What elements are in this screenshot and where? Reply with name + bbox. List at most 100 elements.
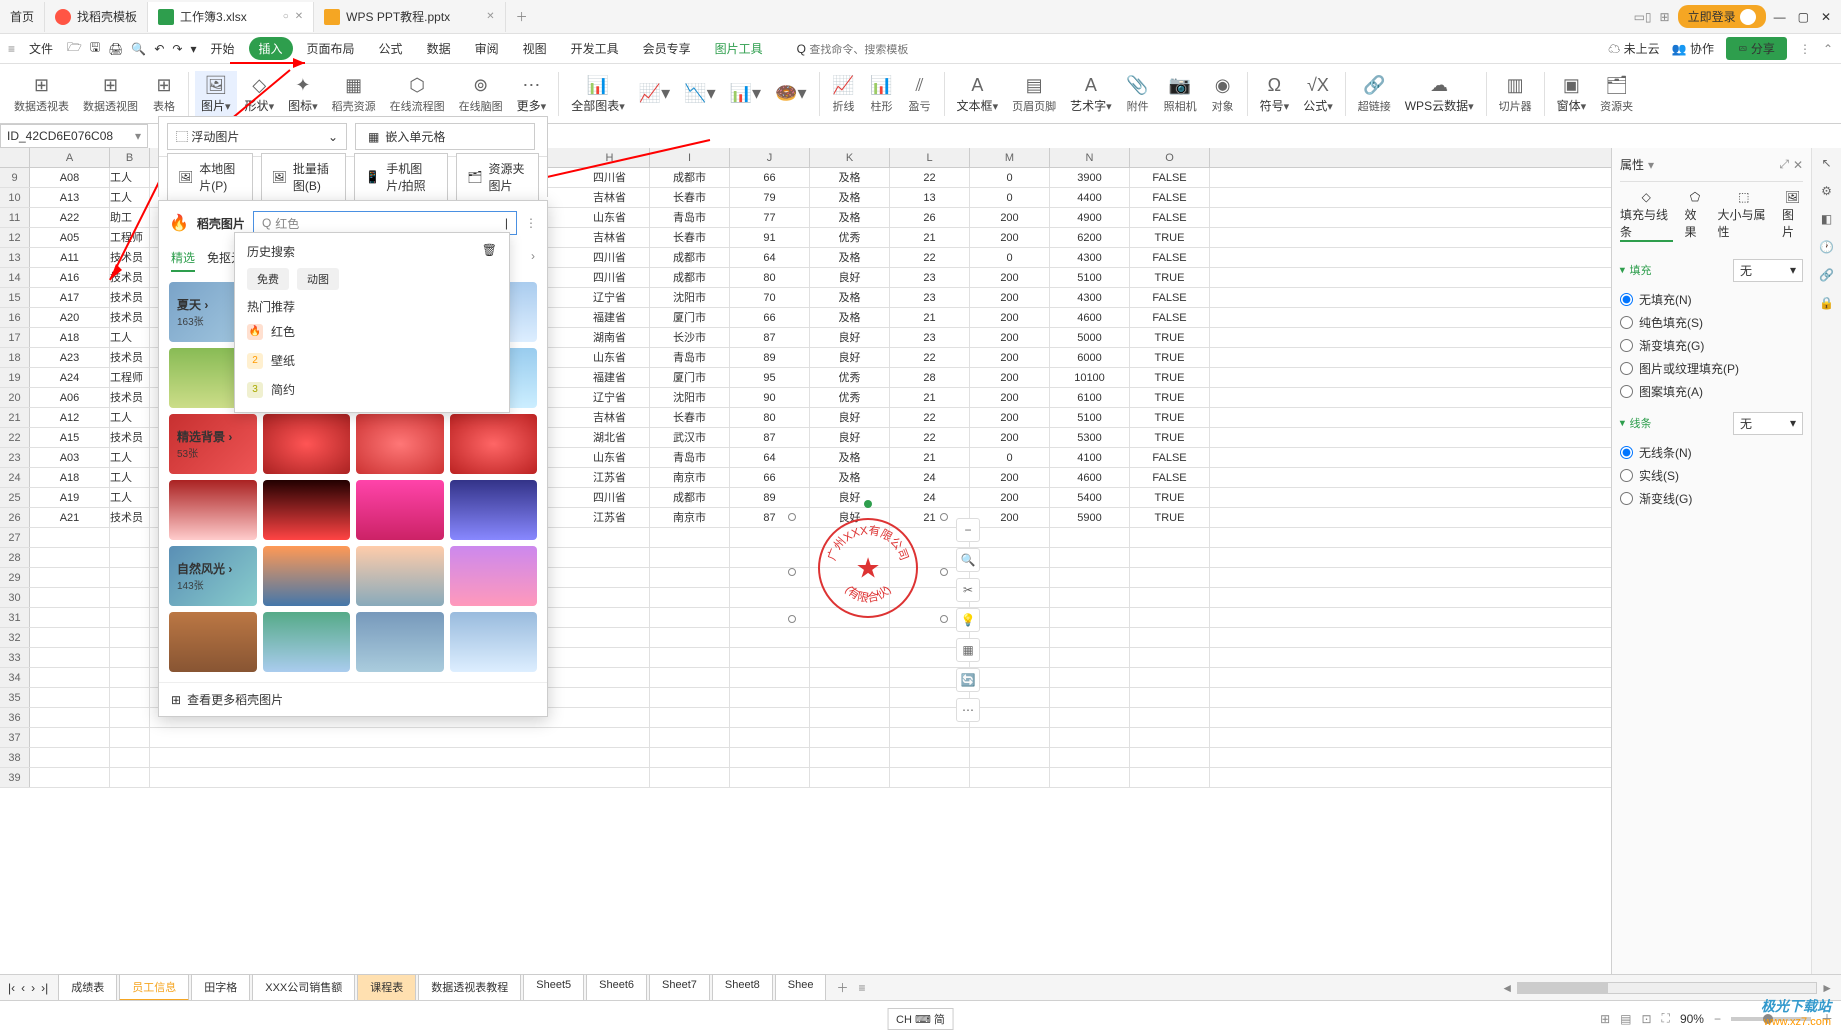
embed-tool[interactable]: ▦ bbox=[956, 638, 980, 662]
suggest-item[interactable]: 3简约 bbox=[243, 375, 501, 404]
history-chip[interactable]: 免费 bbox=[247, 268, 289, 290]
line-option-gradient[interactable]: 渐变线(G) bbox=[1620, 487, 1803, 510]
cell[interactable]: 64 bbox=[730, 248, 810, 267]
panel-tab-fill[interactable]: ◇填充与线条 bbox=[1620, 190, 1673, 242]
row-header[interactable]: 27 bbox=[0, 528, 30, 547]
cell[interactable]: 200 bbox=[970, 428, 1050, 447]
cell[interactable]: A12 bbox=[30, 408, 110, 427]
ribbon-column[interactable]: 📊柱形 bbox=[864, 72, 900, 116]
resize-handle[interactable] bbox=[940, 568, 948, 576]
sheet-tab[interactable]: 田字格 bbox=[191, 974, 250, 1001]
cell[interactable]: A08 bbox=[30, 168, 110, 187]
image-thumb[interactable] bbox=[169, 612, 257, 672]
sheet-list-icon[interactable]: ≡ bbox=[858, 981, 865, 995]
ribbon-icon[interactable]: ✦图标▾ bbox=[282, 71, 324, 116]
image-thumb[interactable] bbox=[356, 480, 444, 540]
ribbon-mindmap[interactable]: ⊚在线脑图 bbox=[453, 72, 509, 116]
cell[interactable]: 工人 bbox=[110, 488, 150, 507]
cell[interactable]: 5100 bbox=[1050, 408, 1130, 427]
cell[interactable]: 山东省 bbox=[570, 208, 650, 227]
cell[interactable]: 技术员 bbox=[110, 248, 150, 267]
cell[interactable]: 200 bbox=[970, 308, 1050, 327]
popup-more-icon[interactable]: ⋮ bbox=[525, 216, 537, 230]
panel-tab-picture[interactable]: 🖼图片 bbox=[1782, 190, 1803, 242]
cell[interactable]: 10100 bbox=[1050, 368, 1130, 387]
category-featured-bg[interactable]: 精选背景 ›53张 bbox=[169, 414, 257, 474]
ribbon-table[interactable]: ⊞表格 bbox=[146, 72, 182, 116]
row-header[interactable]: 35 bbox=[0, 688, 30, 707]
sheet-tab[interactable]: 成绩表 bbox=[58, 974, 117, 1001]
cell[interactable]: 优秀 bbox=[810, 388, 890, 407]
chevron-down-icon[interactable]: ▾ bbox=[1648, 158, 1654, 172]
cell[interactable]: 200 bbox=[970, 208, 1050, 227]
cell[interactable]: 6100 bbox=[1050, 388, 1130, 407]
cell[interactable]: 武汉市 bbox=[650, 428, 730, 447]
image-thumb[interactable] bbox=[263, 612, 351, 672]
menu-vip[interactable]: 会员专享 bbox=[633, 37, 701, 60]
cell[interactable]: A03 bbox=[30, 448, 110, 467]
cell[interactable]: 良好 bbox=[810, 408, 890, 427]
cell[interactable]: 工程师 bbox=[110, 368, 150, 387]
sheet-tab[interactable]: 数据透视表教程 bbox=[418, 974, 521, 1001]
ribbon-shape[interactable]: ◇形状▾ bbox=[239, 71, 281, 116]
dropdown-icon[interactable]: ▾ bbox=[190, 42, 196, 56]
cell[interactable]: 湖南省 bbox=[570, 328, 650, 347]
view-custom-icon[interactable]: ⊡ bbox=[1641, 1012, 1651, 1026]
cell[interactable]: 辽宁省 bbox=[570, 388, 650, 407]
cell[interactable]: A18 bbox=[30, 328, 110, 347]
cell[interactable]: A16 bbox=[30, 268, 110, 287]
cell[interactable]: 21 bbox=[890, 388, 970, 407]
menu-review[interactable]: 审阅 bbox=[465, 37, 509, 60]
cell[interactable]: 工人 bbox=[110, 188, 150, 207]
ribbon-pivot-chart[interactable]: ⊞数据透视图 bbox=[77, 72, 144, 116]
line-preset-select[interactable]: 无▾ bbox=[1733, 412, 1803, 435]
row-header[interactable]: 28 bbox=[0, 548, 30, 567]
table-row[interactable]: 38 bbox=[0, 748, 1611, 768]
fill-option-gradient[interactable]: 渐变填充(G) bbox=[1620, 334, 1803, 357]
cell[interactable]: 良好 bbox=[810, 348, 890, 367]
sheet-tab[interactable]: XXX公司销售额 bbox=[252, 974, 355, 1001]
cell[interactable]: 及格 bbox=[810, 468, 890, 487]
cell[interactable]: 66 bbox=[730, 168, 810, 187]
sheet-tab[interactable]: Sheet5 bbox=[523, 974, 584, 1001]
cell[interactable]: 200 bbox=[970, 468, 1050, 487]
cell[interactable]: 吉林省 bbox=[570, 408, 650, 427]
cell[interactable]: 87 bbox=[730, 328, 810, 347]
sheet-nav-prev-icon[interactable]: ‹ bbox=[21, 981, 25, 995]
cell[interactable]: FALSE bbox=[1130, 468, 1210, 487]
cell[interactable]: 工人 bbox=[110, 448, 150, 467]
name-box[interactable]: ID_42CD6E076C08▾ bbox=[0, 124, 148, 148]
cell[interactable]: 66 bbox=[730, 308, 810, 327]
image-thumb[interactable] bbox=[263, 480, 351, 540]
ribbon-pivot-table[interactable]: ⊞数据透视表 bbox=[8, 72, 75, 116]
sheet-nav-last-icon[interactable]: ›| bbox=[41, 981, 48, 995]
cell[interactable]: 3900 bbox=[1050, 168, 1130, 187]
menu-insert[interactable]: 插入 bbox=[249, 37, 293, 60]
cell[interactable]: 工人 bbox=[110, 168, 150, 187]
replace-tool[interactable]: 🔄 bbox=[956, 668, 980, 692]
cell[interactable]: 79 bbox=[730, 188, 810, 207]
cell[interactable]: 4100 bbox=[1050, 448, 1130, 467]
tab-ppt[interactable]: WPS PPT教程.pptx ✕ bbox=[314, 2, 505, 32]
row-header[interactable]: 36 bbox=[0, 708, 30, 727]
effect-tool[interactable]: 💡 bbox=[956, 608, 980, 632]
menu-toggle-icon[interactable]: ≡ bbox=[8, 42, 15, 56]
stamp-image[interactable]: 广州XXX有限公司 (有限合伙) ★ bbox=[818, 518, 918, 618]
row-header[interactable]: 30 bbox=[0, 588, 30, 607]
sheet-tab[interactable]: Sheet7 bbox=[649, 974, 710, 1001]
cell[interactable]: 青岛市 bbox=[650, 208, 730, 227]
ribbon-more[interactable]: ⋯更多▾ bbox=[511, 71, 553, 116]
cell[interactable]: 四川省 bbox=[570, 488, 650, 507]
fill-option-none[interactable]: 无填充(N) bbox=[1620, 288, 1803, 311]
fill-option-solid[interactable]: 纯色填充(S) bbox=[1620, 311, 1803, 334]
ribbon-form[interactable]: ▣窗体▾ bbox=[1551, 71, 1593, 116]
cell[interactable]: 技术员 bbox=[110, 348, 150, 367]
close-window-icon[interactable]: ✕ bbox=[1821, 10, 1831, 24]
fill-option-pattern[interactable]: 图案填充(A) bbox=[1620, 380, 1803, 403]
cell[interactable]: 技术员 bbox=[110, 308, 150, 327]
app-switcher-icon[interactable]: ▭▯ bbox=[1634, 10, 1652, 24]
cell[interactable]: 四川省 bbox=[570, 248, 650, 267]
rotate-handle[interactable] bbox=[864, 500, 872, 508]
row-header[interactable]: 23 bbox=[0, 448, 30, 467]
cell[interactable]: A13 bbox=[30, 188, 110, 207]
